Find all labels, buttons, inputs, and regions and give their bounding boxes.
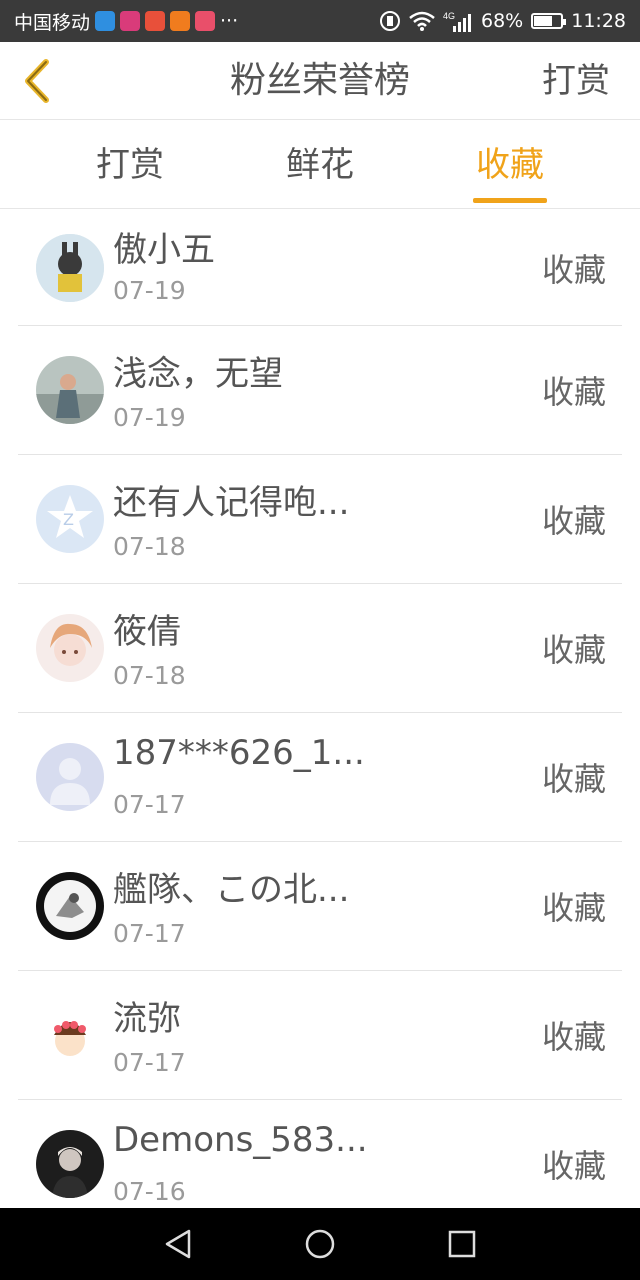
svg-text:Z: Z bbox=[63, 510, 74, 529]
list-item[interactable]: 筱倩 07-18 收藏 bbox=[18, 584, 622, 713]
list-item[interactable]: Demons_583... 07-16 收藏 bbox=[18, 1100, 622, 1208]
user-name: 187***626_1... bbox=[113, 733, 365, 773]
cellular-signal-icon: 4G bbox=[443, 11, 471, 32]
back-button[interactable] bbox=[12, 56, 62, 106]
avatar bbox=[36, 356, 104, 424]
wifi-icon bbox=[409, 11, 435, 31]
vibrate-icon bbox=[380, 11, 400, 31]
avatar bbox=[36, 1001, 104, 1069]
avatar bbox=[36, 872, 104, 940]
user-name: 艦隊、この北... bbox=[113, 870, 350, 910]
system-navigation-bar bbox=[0, 1208, 640, 1280]
action-label: 收藏 bbox=[541, 889, 606, 927]
battery-fill bbox=[534, 16, 553, 26]
avatar: Z bbox=[36, 485, 104, 553]
recents-square-icon[interactable] bbox=[444, 1226, 480, 1262]
user-name: 傲小五 bbox=[113, 230, 215, 270]
action-label: 收藏 bbox=[541, 1018, 606, 1056]
fan-list: 傲小五 07-19 收藏 浅念，无望 07-19 收藏 Z 还有人记得咆... … bbox=[0, 210, 640, 1208]
date: 07-18 bbox=[113, 661, 186, 690]
avatar bbox=[36, 233, 104, 302]
list-item[interactable]: 傲小五 07-19 收藏 bbox=[18, 210, 622, 326]
notification-video-icon bbox=[120, 11, 141, 31]
user-name: 浅念，无望 bbox=[113, 354, 283, 394]
action-label: 收藏 bbox=[541, 760, 606, 798]
avatar bbox=[36, 1130, 104, 1198]
date: 07-19 bbox=[113, 403, 186, 432]
date: 07-16 bbox=[113, 1177, 186, 1206]
home-circle-icon[interactable] bbox=[302, 1226, 338, 1262]
tab-bar: 打赏 鲜花 收藏 bbox=[0, 121, 640, 209]
tab-label: 打赏 bbox=[96, 145, 164, 185]
avatar bbox=[36, 743, 104, 811]
tab-flowers[interactable]: 鲜花 bbox=[265, 121, 375, 209]
battery-icon bbox=[531, 13, 567, 29]
date: 07-17 bbox=[113, 790, 186, 819]
list-item[interactable]: 187***626_1... 07-17 收藏 bbox=[18, 713, 622, 842]
battery-percent: 68% bbox=[481, 10, 524, 32]
back-triangle-icon[interactable] bbox=[161, 1226, 197, 1262]
list-item[interactable]: Z 还有人记得咆... 07-18 收藏 bbox=[18, 455, 622, 584]
user-name: 筱倩 bbox=[113, 612, 181, 652]
svg-text:4G: 4G bbox=[443, 11, 455, 21]
tab-reward[interactable]: 打赏 bbox=[75, 121, 185, 209]
tab-label: 收藏 bbox=[476, 145, 544, 185]
tab-favorites[interactable]: 收藏 bbox=[455, 121, 565, 209]
user-name: 流弥 bbox=[113, 999, 181, 1039]
date: 07-17 bbox=[113, 1048, 186, 1077]
tab-label: 鲜花 bbox=[286, 145, 354, 185]
more-notifications-icon: ··· bbox=[220, 10, 239, 32]
date: 07-17 bbox=[113, 919, 186, 948]
date: 07-18 bbox=[113, 532, 186, 561]
action-label: 收藏 bbox=[541, 631, 606, 669]
list-item[interactable]: 艦隊、この北... 07-17 收藏 bbox=[18, 842, 622, 971]
notification-map-icon bbox=[145, 11, 166, 31]
action-label: 收藏 bbox=[541, 502, 606, 540]
user-name: Demons_583... bbox=[113, 1120, 368, 1160]
action-label: 收藏 bbox=[541, 373, 606, 411]
user-name: 还有人记得咆... bbox=[113, 483, 350, 523]
notification-home-icon bbox=[195, 11, 216, 31]
list-item[interactable]: 流弥 07-17 收藏 bbox=[18, 971, 622, 1100]
list-item[interactable]: 浅念，无望 07-19 收藏 bbox=[18, 326, 622, 455]
notification-shop-icon bbox=[170, 11, 191, 31]
action-label: 收藏 bbox=[541, 250, 606, 289]
chevron-left-icon bbox=[25, 59, 49, 103]
status-bar: 中国移动 ··· 4G 68% 11:28 bbox=[0, 0, 640, 42]
reward-button[interactable]: 打赏 bbox=[542, 42, 610, 120]
top-app-bar: 粉丝荣誉榜 打赏 bbox=[0, 42, 640, 120]
action-label: 收藏 bbox=[541, 1147, 606, 1185]
avatar bbox=[36, 614, 104, 682]
active-tab-indicator bbox=[473, 198, 547, 203]
carrier-label: 中国移动 bbox=[14, 11, 91, 34]
notification-app-icon bbox=[95, 11, 116, 31]
clock: 11:28 bbox=[571, 10, 626, 32]
date: 07-19 bbox=[113, 276, 186, 305]
